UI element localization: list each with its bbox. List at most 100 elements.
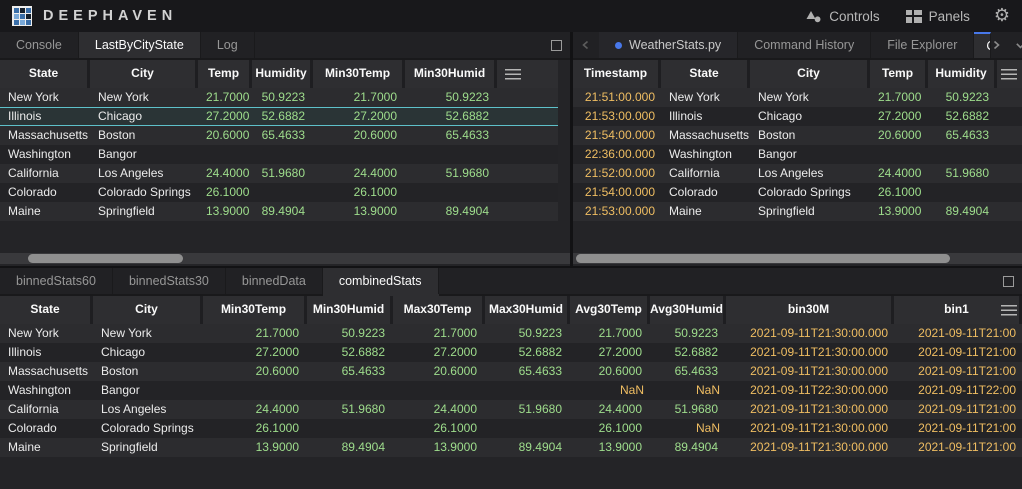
table-cell: 20.6000 — [570, 362, 650, 381]
column-header-min30humid[interactable]: Min30Humid — [307, 296, 393, 324]
column-header-city[interactable]: City — [93, 296, 203, 324]
table-cell: 50.9223 — [650, 324, 726, 343]
table-cell: Illinois — [0, 107, 90, 126]
column-header-timestamp[interactable]: Timestamp — [573, 60, 661, 88]
table-row[interactable]: 21:52:00.000CaliforniaLos Angeles24.4000… — [573, 164, 1022, 183]
column-header-min30humid[interactable]: Min30Humid — [405, 60, 497, 88]
table-cell: 13.9000 — [313, 202, 405, 221]
table-row[interactable]: New YorkNew York21.700050.922321.700050.… — [0, 88, 558, 107]
table-row[interactable]: CaliforniaLos Angeles24.400051.968024.40… — [0, 164, 558, 183]
horizontal-scrollbar[interactable] — [0, 253, 570, 264]
table-menu-icon[interactable] — [1001, 305, 1017, 316]
table-row[interactable]: 21:53:00.000MaineSpringfield13.900089.49… — [573, 202, 1022, 221]
tab-scroll-right-icon[interactable] — [991, 40, 1001, 50]
tab-overflow-dropdown-icon[interactable] — [1015, 40, 1022, 51]
table-row[interactable]: MaineSpringfield13.900089.490413.900089.… — [0, 438, 1022, 457]
panels-button[interactable]: Panels — [906, 9, 970, 24]
table-row[interactable]: IllinoisChicago27.200052.688227.200052.6… — [0, 343, 1022, 362]
table-cell: Massachusetts — [661, 126, 750, 145]
table-row[interactable]: WashingtonBangor — [0, 145, 558, 164]
horizontal-scrollbar[interactable] — [573, 253, 1022, 264]
table-row[interactable]: 21:53:00.000IllinoisChicago27.200052.688… — [573, 107, 1022, 126]
table-cell: 24.4000 — [203, 400, 307, 419]
table-menu-icon[interactable] — [1001, 69, 1017, 80]
table-row[interactable]: 21:54:00.000MassachusettsBoston20.600065… — [573, 126, 1022, 145]
column-header-min30temp[interactable]: Min30Temp — [203, 296, 307, 324]
table-cell: 89.4904 — [650, 438, 726, 457]
column-header-state[interactable]: State — [0, 60, 90, 88]
table-cell: 20.6000 — [313, 126, 405, 145]
table-row[interactable]: New YorkNew York21.700050.922321.700050.… — [0, 324, 1022, 343]
scrollbar-thumb[interactable] — [28, 254, 183, 263]
table-cell: 21:51:00.000 — [573, 88, 661, 107]
left-panel-tabbar: Console LastByCityState Log — [0, 32, 570, 60]
table-cell: 24.4000 — [198, 164, 252, 183]
column-header-humidity[interactable]: Humidity — [252, 60, 313, 88]
maximize-panel-icon[interactable] — [551, 40, 562, 51]
table-cell: 65.4633 — [307, 362, 393, 381]
table-cell: Maine — [661, 202, 750, 221]
settings-gear-icon[interactable]: ⚙ — [994, 7, 1010, 25]
tab-console[interactable]: Console — [0, 32, 79, 58]
tab-binnedstats60[interactable]: binnedStats60 — [0, 268, 113, 294]
table-row[interactable]: CaliforniaLos Angeles24.400051.968024.40… — [0, 400, 1022, 419]
column-header-humidity[interactable]: Humidity — [928, 60, 997, 88]
tab-log[interactable]: Log — [201, 32, 255, 58]
table-cell: 21.7000 — [570, 324, 650, 343]
controls-button[interactable]: Controls — [806, 9, 879, 24]
table-row[interactable]: IllinoisChicago27.200052.688227.200052.6… — [0, 107, 558, 126]
table-cell: Chicago — [90, 107, 198, 126]
tab-scroll-left-icon[interactable] — [581, 40, 591, 50]
table-cell: 2021-09-11T21:00 — [894, 343, 1022, 362]
table-cell: 2021-09-11T21:00 — [894, 324, 1022, 343]
scrollbar-thumb[interactable] — [576, 254, 950, 263]
table-cell: 89.4904 — [252, 202, 313, 221]
column-header-min30temp[interactable]: Min30Temp — [313, 60, 405, 88]
table-row[interactable]: 21:54:00.000ColoradoColorado Springs26.1… — [573, 183, 1022, 202]
table-cell: 51.9680 — [252, 164, 313, 183]
table-row[interactable]: ColoradoColorado Springs26.100026.100026… — [0, 419, 1022, 438]
column-header-bin30m[interactable]: bin30M — [726, 296, 894, 324]
table-cell: 2021-09-11T21:30:00.000 — [726, 324, 894, 343]
table-cell: NaN — [650, 419, 726, 438]
table-menu-icon[interactable] — [505, 69, 521, 80]
maximize-panel-icon[interactable] — [1003, 276, 1014, 287]
table-cell: Boston — [750, 126, 870, 145]
column-header-avg30humid[interactable]: Avg30Humid — [650, 296, 726, 324]
tab-binneddata[interactable]: binnedData — [226, 268, 323, 294]
tab-command-history[interactable]: Command History — [738, 32, 871, 58]
tab-combinedstats[interactable]: combinedStats — [323, 268, 439, 294]
column-header-max30temp[interactable]: Max30Temp — [393, 296, 485, 324]
table-row[interactable]: MassachusettsBoston20.600065.463320.6000… — [0, 362, 1022, 381]
tab-current-weather[interactable]: Curren — [974, 32, 991, 58]
table-row[interactable]: WashingtonBangorNaNNaN2021-09-11T22:30:0… — [0, 381, 1022, 400]
table-cell: New York — [661, 88, 750, 107]
table-cell — [485, 419, 570, 438]
unsaved-changes-dot-icon — [615, 42, 622, 49]
table-cell: 24.4000 — [870, 164, 928, 183]
tab-weatherstats-py[interactable]: WeatherStats.py — [599, 32, 738, 58]
table-header-row: StateCityTempHumidityMin30TempMin30Humid — [0, 60, 558, 88]
table-cell: 13.9000 — [570, 438, 650, 457]
column-header-max30humid[interactable]: Max30Humid — [485, 296, 570, 324]
table-cell: 65.4633 — [485, 362, 570, 381]
table-row[interactable]: MassachusettsBoston20.600065.463320.6000… — [0, 126, 558, 145]
table-row[interactable]: 22:36:00.000WashingtonBangor — [573, 145, 1022, 164]
column-header-state[interactable]: State — [661, 60, 750, 88]
column-header-state[interactable]: State — [0, 296, 93, 324]
table-cell: Colorado Springs — [750, 183, 870, 202]
tab-file-explorer[interactable]: File Explorer — [871, 32, 974, 58]
console-panel: Console LastByCityState Log StateCityTem… — [0, 32, 570, 266]
table-row[interactable]: MaineSpringfield13.900089.490413.900089.… — [0, 202, 558, 221]
column-header-city[interactable]: City — [90, 60, 198, 88]
column-header-avg30temp[interactable]: Avg30Temp — [570, 296, 650, 324]
table-row[interactable]: ColoradoColorado Springs26.100026.1000 — [0, 183, 558, 202]
tab-binnedstats30[interactable]: binnedStats30 — [113, 268, 226, 294]
column-header-temp[interactable]: Temp — [198, 60, 252, 88]
table-cell: California — [0, 400, 93, 419]
current-weather-table: TimestampStateCityTempHumidity21:51:00.0… — [573, 60, 1022, 221]
column-header-city[interactable]: City — [750, 60, 870, 88]
column-header-temp[interactable]: Temp — [870, 60, 928, 88]
tab-lastbycitystate[interactable]: LastByCityState — [79, 32, 201, 58]
table-row[interactable]: 21:51:00.000New YorkNew York21.700050.92… — [573, 88, 1022, 107]
